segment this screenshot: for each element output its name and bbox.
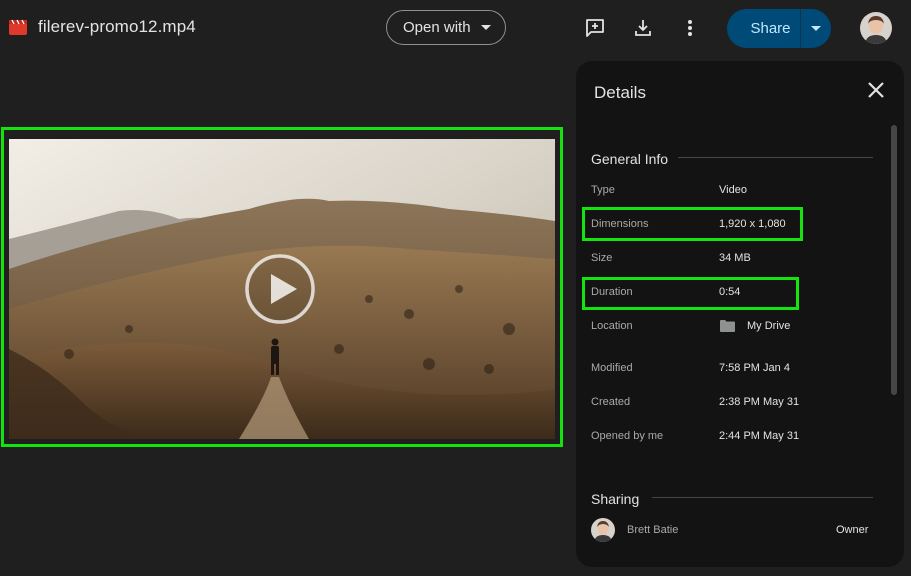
opened-label: Opened by me xyxy=(591,430,664,442)
details-scrollbar[interactable] xyxy=(891,125,897,395)
divider xyxy=(652,497,873,498)
more-options-button[interactable] xyxy=(676,14,704,42)
owner-role: Owner xyxy=(836,524,869,536)
type-label: Type xyxy=(591,184,615,196)
play-icon xyxy=(245,254,315,324)
modified-value: 7:58 PM Jan 4 xyxy=(719,362,790,374)
share-button[interactable]: Share xyxy=(727,9,800,48)
share-label: Share xyxy=(750,20,791,37)
modified-label: Modified xyxy=(591,362,633,374)
open-with-button[interactable]: Open with xyxy=(386,10,506,45)
play-button[interactable] xyxy=(244,253,316,325)
close-details-button[interactable] xyxy=(864,78,888,102)
download-icon xyxy=(635,20,651,36)
video-file-icon xyxy=(9,19,27,35)
share-dropdown-button[interactable] xyxy=(801,9,831,48)
user-avatar-icon xyxy=(591,518,615,542)
open-with-label: Open with xyxy=(403,19,471,36)
location-value[interactable]: My Drive xyxy=(747,320,790,332)
chevron-down-icon xyxy=(481,25,491,30)
opened-value: 2:44 PM May 31 xyxy=(719,430,800,442)
details-title: Details xyxy=(594,83,646,102)
details-panel: Details General Info Type Video Dimensio… xyxy=(576,61,904,567)
location-label: Location xyxy=(591,320,633,332)
share-button-group: Share xyxy=(727,9,831,48)
sharing-heading: Sharing xyxy=(591,491,640,507)
add-comment-icon xyxy=(586,19,604,37)
share-divider xyxy=(800,9,801,48)
chevron-down-icon xyxy=(811,26,821,31)
size-value: 34 MB xyxy=(719,252,751,264)
general-info-heading: General Info xyxy=(591,151,669,167)
folder-icon xyxy=(720,320,735,332)
created-value: 2:38 PM May 31 xyxy=(719,396,800,408)
created-label: Created xyxy=(591,396,631,408)
divider xyxy=(678,157,873,158)
duration-value: 0:54 xyxy=(719,286,741,298)
file-name: filerev-promo12.mp4 xyxy=(38,17,196,36)
type-value: Video xyxy=(719,184,747,196)
duration-label: Duration xyxy=(591,286,633,298)
download-button[interactable] xyxy=(629,14,657,42)
add-comment-button[interactable] xyxy=(581,14,609,42)
close-icon xyxy=(868,82,884,98)
account-avatar[interactable] xyxy=(860,12,892,44)
dimensions-value: 1,920 x 1,080 xyxy=(719,218,786,230)
dimensions-label: Dimensions xyxy=(591,218,649,230)
size-label: Size xyxy=(591,252,613,264)
top-bar: filerev-promo12.mp4 Open with Share xyxy=(0,0,911,58)
more-vert-icon xyxy=(688,20,692,36)
owner-name: Brett Batie xyxy=(627,524,679,536)
owner-avatar xyxy=(591,518,615,542)
user-avatar-icon xyxy=(860,12,892,44)
